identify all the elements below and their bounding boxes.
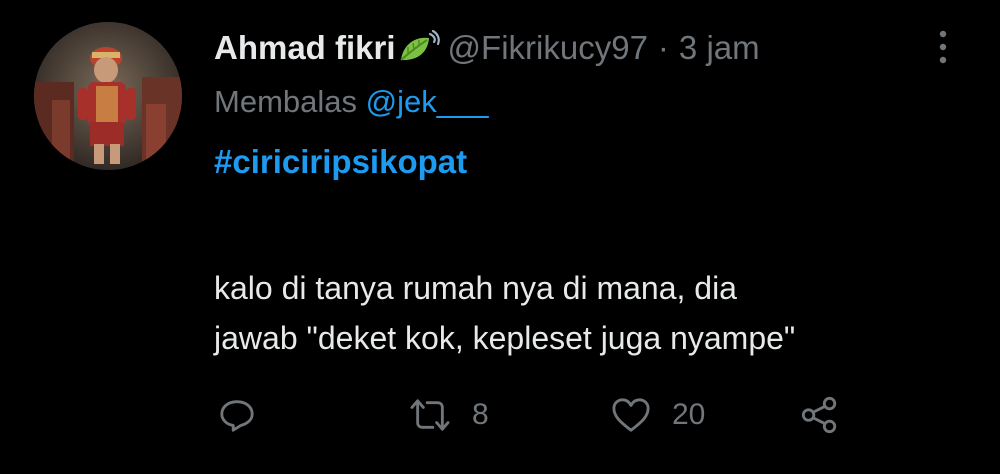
share-button[interactable] <box>800 390 840 440</box>
tweet-body: kalo di tanya rumah nya di mana, dia jaw… <box>214 263 795 363</box>
more-options-icon[interactable] <box>928 22 958 72</box>
reply-mention-link[interactable]: @jek___ <box>366 84 489 119</box>
header-separator: · <box>657 29 669 66</box>
retweet-button[interactable]: 8 <box>408 390 489 440</box>
tweet[interactable]: Ahmad fikri @Fikrikucy97 · 3 jam Membala… <box>0 0 1000 474</box>
share-icon <box>801 396 837 434</box>
avatar-photo <box>34 22 182 170</box>
tweet-timestamp[interactable]: 3 jam <box>679 29 760 67</box>
reply-icon <box>220 400 254 432</box>
like-button[interactable]: 20 <box>610 390 705 440</box>
tweet-header: Ahmad fikri @Fikrikucy97 · 3 jam <box>214 26 760 70</box>
retweet-icon <box>410 399 450 431</box>
like-count: 20 <box>672 398 706 431</box>
user-handle[interactable]: @Fikrikucy97 <box>448 29 648 67</box>
retweet-count: 8 <box>472 398 489 431</box>
hashtag-link[interactable]: #ciriciripsikopat <box>214 143 467 181</box>
tweet-text-line: kalo di tanya rumah nya di mana, dia <box>214 270 737 306</box>
reply-button[interactable] <box>218 390 256 440</box>
leaf-emoji-icon <box>398 29 440 66</box>
avatar[interactable] <box>34 22 182 170</box>
replying-to-label: Membalas <box>214 84 357 119</box>
replying-to: Membalas @jek___ <box>214 84 488 120</box>
display-name[interactable]: Ahmad fikri <box>214 29 396 67</box>
tweet-text-line: jawab "deket kok, kepleset juga nyampe" <box>214 320 796 356</box>
tweet-actions: 8 20 <box>0 390 1000 440</box>
heart-icon <box>612 398 650 432</box>
